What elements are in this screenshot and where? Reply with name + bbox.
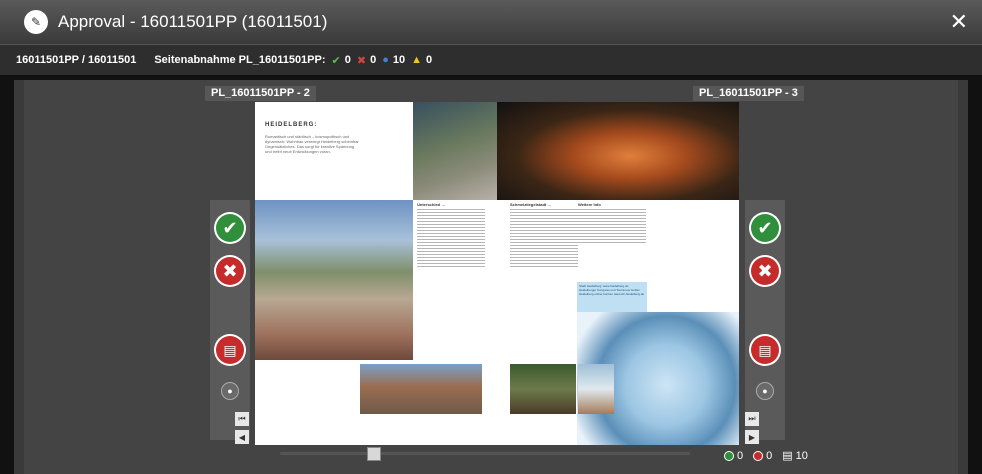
approved-icon bbox=[724, 450, 734, 461]
circle-icon: ● bbox=[382, 54, 389, 66]
book-icon: ▤ bbox=[782, 450, 793, 462]
zoom-left-button[interactable]: ● bbox=[221, 382, 239, 400]
cross-icon: ✖ bbox=[757, 260, 773, 281]
magnify-icon: ● bbox=[227, 386, 233, 396]
pending-count: 10 bbox=[392, 54, 406, 66]
approve-left-button[interactable]: ✔ bbox=[214, 212, 246, 244]
magnify-icon: ● bbox=[762, 386, 768, 396]
footer-pending: ▤ 10 bbox=[782, 449, 808, 463]
approval-icon: ✎ bbox=[24, 10, 48, 34]
article-lede: Romantisch und städtisch – kosmopolitisc… bbox=[265, 134, 359, 154]
approved-count: 0 bbox=[344, 54, 351, 66]
slider-track bbox=[280, 452, 690, 455]
market-photo bbox=[360, 364, 482, 414]
column-3-heading: Weitere Info bbox=[578, 202, 601, 207]
column-1-heading: Unterschied … bbox=[417, 202, 446, 207]
heading-block: HEIDELBERG: Romantisch und städtisch – k… bbox=[255, 102, 413, 200]
warning-count: 0 bbox=[426, 54, 433, 66]
approved-status: ✔ 0 bbox=[332, 54, 351, 67]
footer-counts: 0 0 ▤ 10 bbox=[724, 449, 808, 462]
left-page-label: PL_16011501PP - 2 bbox=[205, 86, 316, 101]
first-page-button[interactable]: ⏮ bbox=[235, 412, 249, 426]
title-bar: ✎ Approval - 16011501PP (16011501) ✕ bbox=[0, 0, 982, 44]
article-heading: HEIDELBERG: bbox=[265, 122, 318, 128]
document-id: 16011501PP / 16011501 bbox=[16, 54, 137, 66]
close-icon[interactable]: ✕ bbox=[950, 9, 968, 35]
last-page-icon: ⏭ bbox=[748, 414, 756, 423]
people-photo bbox=[510, 364, 576, 414]
page-approval-label: Seitenabnahme PL_16011501PP: bbox=[154, 54, 326, 66]
window-title: Approval - 16011501PP (16011501) bbox=[58, 12, 328, 31]
footer-approved-count: 0 bbox=[737, 449, 744, 462]
boat-photo bbox=[578, 364, 614, 414]
prev-page-button[interactable]: ◀ bbox=[235, 430, 249, 444]
prev-page-icon: ◀ bbox=[238, 432, 246, 442]
footer-rejected: 0 bbox=[753, 450, 772, 462]
pending-status: ● 10 bbox=[382, 54, 405, 66]
aerial-photo bbox=[413, 102, 497, 200]
revision-right-button[interactable]: ▤ bbox=[749, 334, 781, 366]
footer-pending-count: 10 bbox=[795, 449, 808, 462]
castle-photo bbox=[497, 102, 739, 200]
info-bar: 16011501PP / 16011501 Seitenabnahme PL_1… bbox=[0, 44, 982, 76]
slider-thumb[interactable] bbox=[367, 447, 381, 461]
checkmark-icon: ✔ bbox=[757, 217, 773, 238]
last-page-button[interactable]: ⏭ bbox=[745, 412, 759, 426]
column-2-heading: Schmelztiegelstadt … bbox=[510, 202, 552, 207]
page-spread[interactable]: HEIDELBERG: Romantisch und städtisch – k… bbox=[255, 102, 739, 445]
book-icon: ▤ bbox=[758, 341, 772, 358]
reject-right-button[interactable]: ✖ bbox=[749, 255, 781, 287]
revision-left-button[interactable]: ▤ bbox=[214, 334, 246, 366]
building-photo bbox=[255, 200, 413, 360]
approve-right-button[interactable]: ✔ bbox=[749, 212, 781, 244]
right-page-label: PL_16011501PP - 3 bbox=[693, 86, 804, 101]
checkmark-icon: ✔ bbox=[222, 217, 238, 238]
footer-rejected-count: 0 bbox=[766, 449, 773, 462]
text-column-1: Unterschied … bbox=[417, 202, 485, 360]
text-column-2: Schmelztiegelstadt … bbox=[510, 202, 578, 360]
cross-icon: ✖ bbox=[356, 54, 367, 67]
info-box: Stadt Heidelberg: www.heidelberg.de Heid… bbox=[577, 282, 647, 316]
left-action-panel: ✔ ✖ ▤ bbox=[210, 200, 250, 440]
warning-icon: ▲ bbox=[411, 54, 423, 66]
next-page-icon: ▶ bbox=[748, 432, 756, 442]
reject-left-button[interactable]: ✖ bbox=[214, 255, 246, 287]
cross-icon: ✖ bbox=[222, 260, 238, 281]
rejected-count: 0 bbox=[370, 54, 377, 66]
book-icon: ▤ bbox=[223, 341, 237, 358]
rejected-icon bbox=[753, 450, 764, 461]
rejected-status: ✖ 0 bbox=[357, 54, 376, 67]
footer-approved: 0 bbox=[724, 450, 743, 462]
page-slider[interactable] bbox=[280, 445, 690, 461]
approval-window: ✎ Approval - 16011501PP (16011501) ✕ 160… bbox=[0, 0, 982, 474]
next-page-button[interactable]: ▶ bbox=[745, 430, 759, 444]
warning-status: ▲ 0 bbox=[411, 54, 432, 66]
right-action-panel: ✔ ✖ ▤ bbox=[745, 200, 785, 440]
first-page-icon: ⏮ bbox=[238, 414, 246, 423]
zoom-right-button[interactable]: ● bbox=[756, 382, 774, 400]
checkmark-icon: ✔ bbox=[331, 54, 341, 67]
